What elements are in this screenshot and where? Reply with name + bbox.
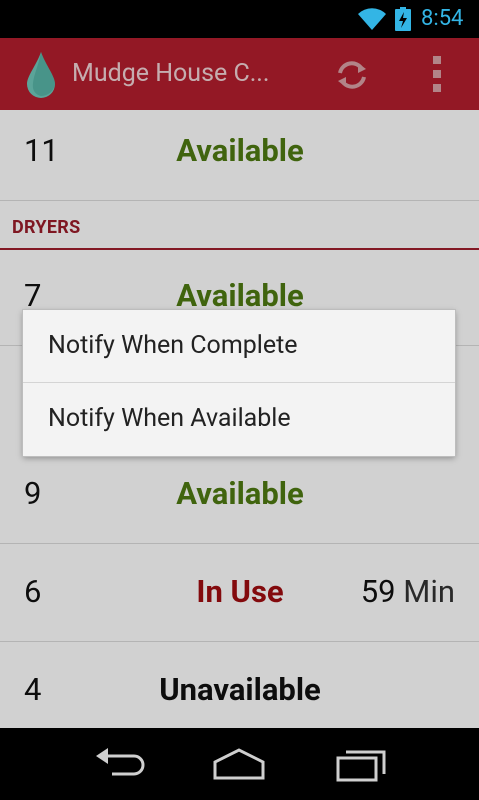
navigation-bar xyxy=(0,728,479,800)
notify-when-complete-option[interactable]: Notify When Complete xyxy=(23,310,455,383)
status-bar: 8:54 xyxy=(0,0,479,38)
menu-item-label: Notify When Complete xyxy=(48,331,298,360)
notify-options-dialog: Notify When Complete Notify When Availab… xyxy=(23,310,455,456)
clock: 8:54 xyxy=(421,6,464,31)
battery-charging-icon xyxy=(395,7,411,31)
notify-when-available-option[interactable]: Notify When Available xyxy=(23,383,455,456)
menu-item-label: Notify When Available xyxy=(48,404,291,433)
wifi-icon xyxy=(358,8,386,31)
home-icon[interactable] xyxy=(211,744,267,784)
recent-apps-icon[interactable] xyxy=(332,744,388,784)
back-icon[interactable] xyxy=(90,744,146,784)
